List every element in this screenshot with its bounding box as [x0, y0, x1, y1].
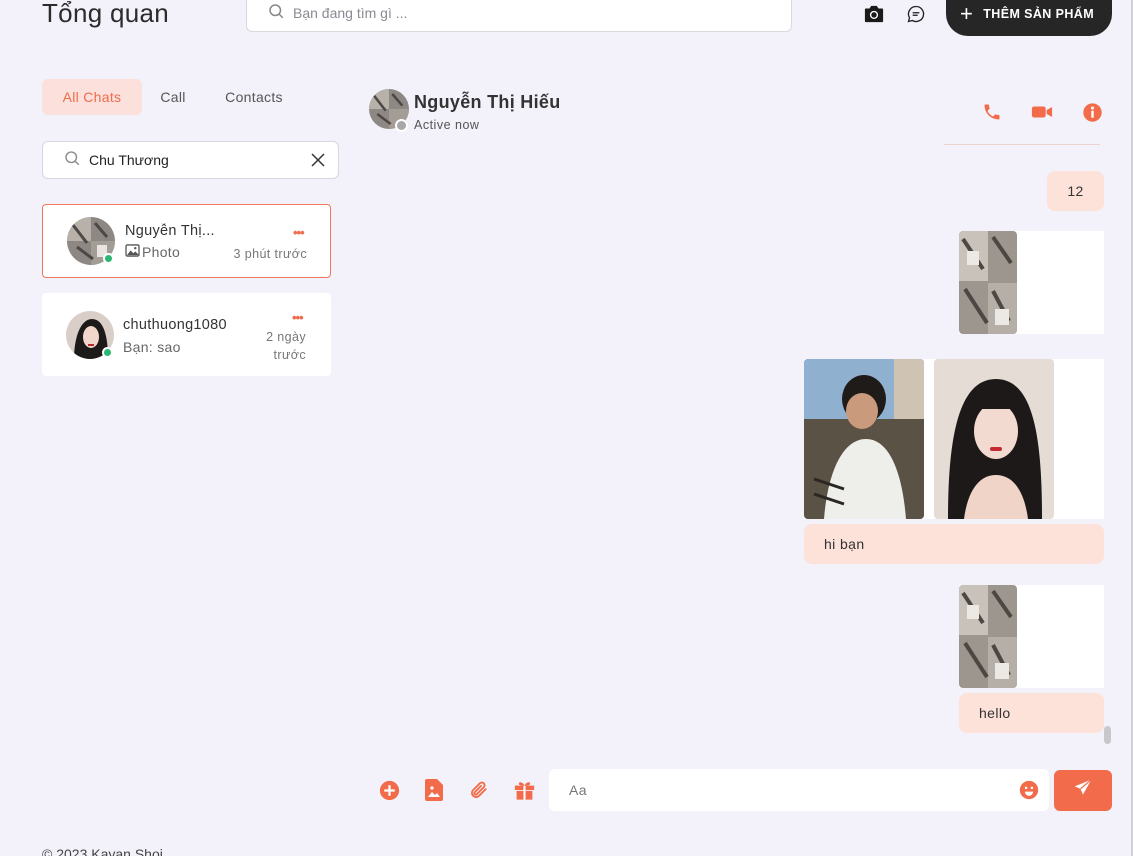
- status-indicator: [395, 119, 408, 132]
- message-bubble: hello: [959, 693, 1104, 733]
- more-options-icon[interactable]: •••: [293, 225, 305, 240]
- footer-text: © 2023 Kayan Shoi...: [42, 846, 175, 856]
- conversation-time: 2 ngày trước: [242, 328, 306, 364]
- phone-icon[interactable]: [980, 100, 1004, 124]
- add-product-label: THÊM SẢN PHẨM: [983, 7, 1095, 21]
- search-icon: [63, 149, 81, 172]
- conversation-time: 3 phút trước: [233, 247, 307, 261]
- send-icon: [1073, 778, 1093, 803]
- chat-search-input[interactable]: Chu Thương: [42, 141, 339, 179]
- clear-search-icon[interactable]: [298, 152, 338, 168]
- emoji-icon[interactable]: [1009, 780, 1049, 800]
- conversation-name: chuthuong1080: [123, 317, 227, 333]
- image-icon: [125, 244, 140, 260]
- message-input-placeholder: Aa: [569, 782, 587, 798]
- conversation-item[interactable]: Nguyễn Thị... Photo ••• 3 phút trước: [42, 204, 331, 278]
- message-photo[interactable]: [959, 585, 1017, 688]
- conversation-preview-text: Photo: [142, 244, 181, 260]
- chat-search-value: Chu Thương: [89, 152, 169, 168]
- plus-icon: +: [960, 1, 974, 26]
- message-input[interactable]: Aa: [549, 769, 1049, 811]
- add-product-button[interactable]: + THÊM SẢN PHẨM: [946, 0, 1112, 36]
- message-bubble: hi bạn: [804, 524, 1104, 564]
- message-photo[interactable]: [959, 231, 1017, 334]
- more-options-icon[interactable]: •••: [292, 310, 304, 325]
- messenger-icon[interactable]: [904, 2, 928, 26]
- conversation-time-line: trước: [273, 348, 306, 362]
- chat-contact-name: Nguyễn Thị Hiếu: [414, 92, 561, 112]
- conversation-preview: Photo: [125, 244, 180, 260]
- online-indicator: [103, 253, 114, 264]
- search-placeholder: Bạn đang tìm gì ...: [293, 5, 408, 21]
- message-photo[interactable]: [804, 359, 924, 519]
- info-icon[interactable]: [1080, 100, 1104, 124]
- tab-call[interactable]: Call: [148, 79, 198, 115]
- header-divider: [944, 144, 1100, 145]
- scrollbar-thumb[interactable]: [1104, 726, 1111, 744]
- image-file-icon[interactable]: [422, 778, 446, 802]
- online-indicator: [102, 347, 113, 358]
- message-photo[interactable]: [934, 359, 1054, 519]
- tab-all-chats[interactable]: All Chats: [42, 79, 142, 115]
- conversation-item[interactable]: chuthuong1080 Bạn: sao ••• 2 ngày trước: [42, 293, 331, 376]
- tab-contacts[interactable]: Contacts: [212, 79, 296, 115]
- add-circle-icon[interactable]: [377, 778, 401, 802]
- conversation-name: Nguyễn Thị...: [125, 223, 215, 239]
- search-icon: [267, 2, 285, 25]
- conversation-preview: Bạn: sao: [123, 339, 181, 355]
- camera-icon[interactable]: [862, 2, 886, 26]
- global-search-input[interactable]: Bạn đang tìm gì ...: [246, 0, 792, 32]
- conversation-time-line: 2 ngày: [266, 330, 306, 344]
- chat-contact-status: Active now: [414, 118, 480, 132]
- message-bubble: 12: [1047, 171, 1104, 211]
- paperclip-icon[interactable]: [467, 778, 491, 802]
- video-call-icon[interactable]: [1030, 100, 1054, 124]
- send-button[interactable]: [1054, 770, 1112, 811]
- gift-icon[interactable]: [512, 778, 536, 802]
- page-title: Tổng quan: [42, 0, 170, 28]
